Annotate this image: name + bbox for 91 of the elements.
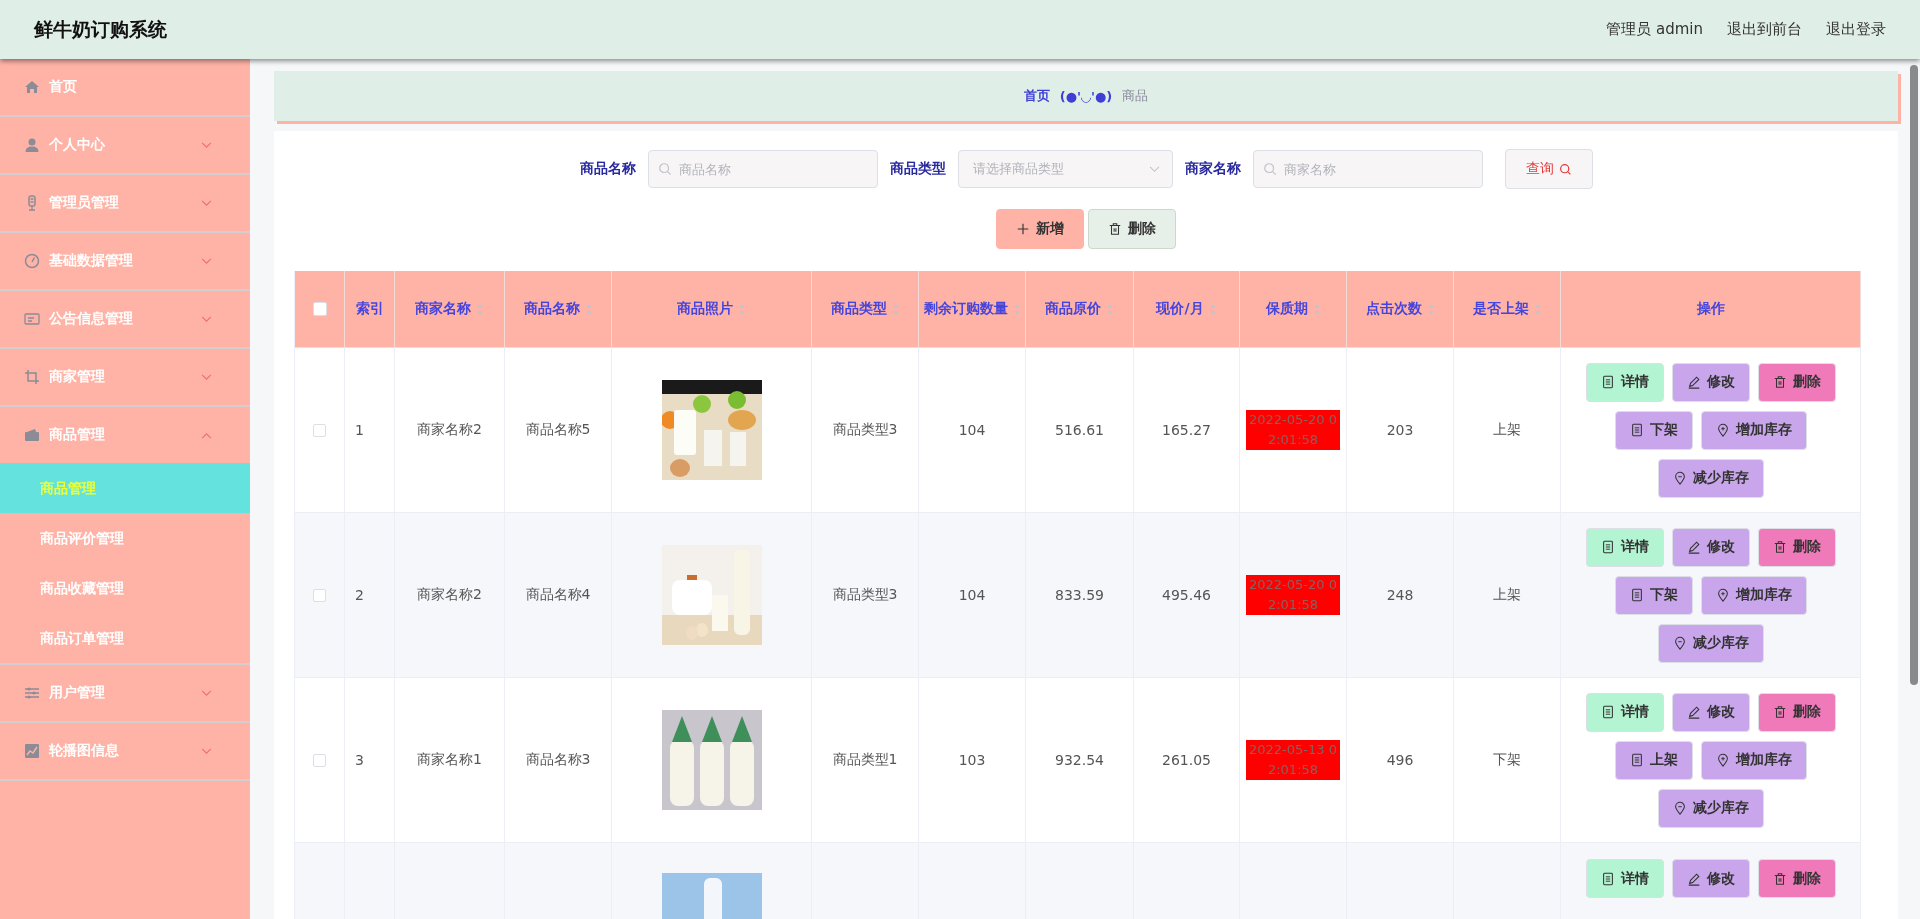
edit-button[interactable]: 修改 [1671, 692, 1750, 732]
table-cell: 商品类型3 [832, 586, 898, 604]
detail-button[interactable]: 详情 [1585, 692, 1664, 732]
menu-label: 首页 [49, 78, 78, 96]
table-row[interactable]: 1 商家名称2 商品名称5 商品类型3 104 516.61 165.27 2022-05-20 02:01:58 203 上架 详情 修改 删除 下架 增加库存 减少库存 [295, 348, 1861, 513]
column-header[interactable]: 保质期 [1265, 300, 1308, 318]
menu-label: 商品管理 [49, 426, 106, 444]
table-cell: 833.59 [1055, 587, 1104, 603]
expiry-date: 2022-05-20 02:01:58 [1246, 410, 1340, 450]
table-cell: 商品类型1 [832, 751, 898, 769]
menu-label: 公告信息管理 [49, 310, 134, 328]
breadcrumb-separator: (●'◡'●) [1059, 88, 1113, 104]
reduce-stock-button[interactable]: 减少库存 [1657, 458, 1764, 498]
expiry-date: 2022-05-13 02:01:58 [1246, 740, 1340, 780]
expiry-date: 2022-05-20 02:01:58 [1246, 575, 1340, 615]
reduce-stock-button[interactable]: 减少库存 [1657, 623, 1764, 663]
column-header[interactable]: 剩余订购数量 [923, 300, 1008, 318]
detail-button[interactable]: 详情 [1585, 859, 1664, 898]
table-cell: 104 [958, 422, 986, 438]
table-cell: 商品类型3 [832, 421, 898, 439]
shelf-button[interactable]: 上架 [1614, 740, 1693, 780]
add-stock-button[interactable]: 增加库存 [1700, 575, 1807, 615]
column-header[interactable]: 是否上架 [1472, 300, 1529, 318]
table-cell: 商家名称2 [417, 421, 482, 439]
column-header[interactable]: 索引 [355, 300, 384, 318]
add-stock-button[interactable]: 增加库存 [1700, 740, 1807, 780]
edit-button[interactable]: 修改 [1671, 859, 1750, 898]
app-title: 鲜牛奶订购系统 [34, 16, 167, 42]
table-cell: 3 [355, 752, 364, 768]
table-cell: 商家名称1 [417, 751, 482, 769]
query-button[interactable]: 查询 [1504, 149, 1593, 189]
menu-label: 个人中心 [49, 136, 106, 154]
table-cell: 商品名称4 [525, 586, 591, 604]
header-link[interactable]: 退出到前台 [1727, 20, 1802, 39]
breadcrumb-link[interactable]: 首页 [1023, 87, 1050, 105]
search-field[interactable]: 商品名称 [647, 150, 878, 188]
column-header[interactable]: 商家名称 [415, 300, 471, 318]
table-cell: 上架 [1493, 421, 1521, 439]
detail-button[interactable]: 详情 [1585, 362, 1664, 402]
table-cell: 104 [958, 587, 986, 603]
column-header[interactable]: 商品类型 [830, 300, 887, 318]
table-cell: 1 [355, 422, 364, 438]
detail-button[interactable]: 详情 [1585, 527, 1664, 567]
table-cell: 下架 [1493, 751, 1521, 769]
table-cell: 上架 [1493, 586, 1521, 604]
table-cell: 248 [1386, 587, 1414, 603]
add-stock-button[interactable]: 增加库存 [1700, 410, 1807, 450]
table-row[interactable]: 详情 修改 删除 [295, 843, 1861, 919]
table-cell: 516.61 [1055, 422, 1104, 438]
header-link[interactable]: 管理员 admin [1606, 20, 1703, 39]
reduce-stock-button[interactable]: 减少库存 [1657, 788, 1764, 828]
menu-label: 用户管理 [49, 684, 106, 702]
shelf-button[interactable]: 下架 [1614, 410, 1693, 450]
table-cell: 165.27 [1162, 422, 1211, 438]
add-button[interactable]: 新增 [996, 209, 1084, 249]
table-cell: 495.46 [1162, 587, 1211, 603]
header-link[interactable]: 退出登录 [1826, 20, 1886, 39]
column-header[interactable]: 商品名称 [523, 300, 580, 318]
edit-button[interactable]: 修改 [1671, 362, 1750, 402]
shelf-button[interactable]: 下架 [1614, 575, 1693, 615]
table-row[interactable]: 2 商家名称2 商品名称4 商品类型3 104 833.59 495.46 2022-05-20 02:01:58 248 上架 详情 修改 删除 下架 增加库存 减少库存 [295, 513, 1861, 678]
table-cell: 2 [355, 587, 364, 603]
field-label: 商品名称 [579, 160, 636, 178]
table-cell: 商品名称3 [525, 751, 591, 769]
search-field[interactable]: 商家名称 [1252, 150, 1483, 188]
table-cell: 商品名称5 [525, 421, 591, 439]
table-row[interactable]: 3 商家名称1 商品名称3 商品类型1 103 932.54 261.05 2022-05-13 02:01:58 496 下架 详情 修改 删除 上架 增加库存 减少库存 [295, 678, 1861, 843]
edit-button[interactable]: 修改 [1671, 527, 1750, 567]
column-header[interactable]: 商品原价 [1045, 300, 1101, 318]
delete-button[interactable]: 删除 [1088, 209, 1176, 249]
table-cell: 103 [958, 752, 986, 768]
column-header[interactable]: 点击次数 [1365, 300, 1422, 318]
table-cell: 商家名称2 [417, 586, 482, 604]
menu-label: 基础数据管理 [49, 252, 134, 270]
table-cell: 496 [1386, 752, 1414, 768]
delete-button[interactable]: 删除 [1757, 527, 1836, 567]
menu-label: 商家管理 [49, 368, 106, 386]
table-cell: 932.54 [1055, 752, 1104, 768]
field-label: 商品类型 [889, 160, 946, 178]
breadcrumb-current: 商品 [1122, 87, 1149, 105]
column-header[interactable]: 商品照片 [677, 300, 733, 318]
delete-button[interactable]: 删除 [1757, 362, 1836, 402]
delete-button[interactable]: 删除 [1757, 859, 1836, 898]
table-cell: 203 [1386, 422, 1414, 438]
table-cell: 261.05 [1162, 752, 1211, 768]
column-header[interactable]: 现价/月 [1156, 300, 1204, 318]
column-header[interactable]: 操作 [1696, 300, 1725, 318]
delete-button[interactable]: 删除 [1757, 692, 1836, 732]
menu-label: 管理员管理 [49, 194, 120, 212]
menu-label: 轮播图信息 [49, 742, 120, 760]
field-label: 商家名称 [1184, 160, 1241, 178]
